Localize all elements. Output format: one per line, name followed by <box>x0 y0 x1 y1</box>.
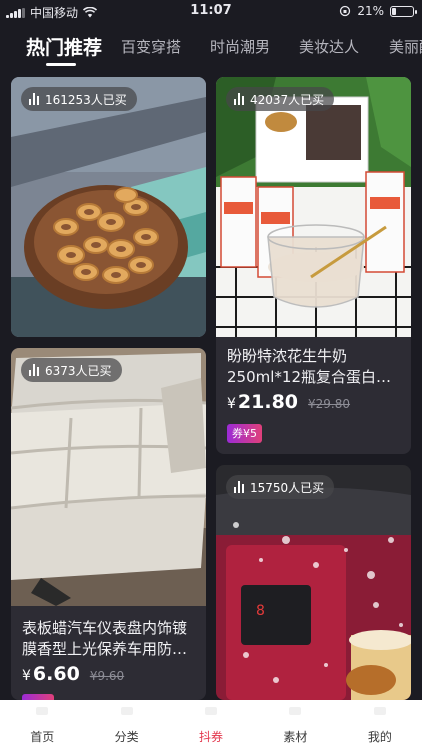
status-right: 21% <box>339 4 417 18</box>
nav-label: 首页 <box>30 730 55 744</box>
product-image-snacks <box>11 77 206 337</box>
tab-outfit[interactable]: 百变穿搭 <box>121 36 181 57</box>
buyers-badge: 6373人已买 <box>21 358 122 382</box>
buyers-badge: 15750人已买 <box>226 475 335 499</box>
current-price: ¥6.60 <box>22 663 80 685</box>
buyers-count: 15750人已买 <box>250 480 325 495</box>
orientation-lock-icon <box>340 5 351 17</box>
coupon-icon <box>205 707 218 715</box>
nav-label: 分类 <box>114 730 139 744</box>
product-card[interactable]: 8 15750人已买 <box>216 465 411 700</box>
product-card[interactable]: 161253人已买 <box>11 77 206 337</box>
category-icon <box>120 707 133 715</box>
original-price: ¥29.80 <box>308 397 351 411</box>
material-icon <box>289 707 302 715</box>
tab-men[interactable]: 时尚潮男 <box>210 36 270 57</box>
tab-hot[interactable]: 热门推荐 <box>26 33 102 60</box>
buyers-count: 42037人已买 <box>250 92 325 107</box>
tab-beauty[interactable]: 美妆达人 <box>299 36 359 57</box>
product-card[interactable]: 42037人已买 盼盼特浓花生牛奶250ml*12瓶复合蛋白饮… ¥21.80 … <box>216 77 411 454</box>
coupon-badge[interactable]: 券¥5 <box>227 424 262 443</box>
buyers-count: 6373人已买 <box>45 363 112 378</box>
original-price: ¥9.60 <box>89 669 125 683</box>
battery-label: 21% <box>357 4 384 18</box>
bottom-nav: 首页 分类 抖券 素材 我的 <box>0 700 422 750</box>
nav-material[interactable]: 素材 <box>253 700 337 750</box>
current-price: ¥21.80 <box>227 391 298 413</box>
battery-fill <box>392 7 396 15</box>
buyers-badge: 161253人已买 <box>21 87 137 111</box>
nav-home[interactable]: 首页 <box>0 700 84 750</box>
status-bar: 中国移动 11:07 21% <box>0 0 422 22</box>
product-image-peanut-milk <box>216 77 411 337</box>
nav-coupon[interactable]: 抖券 <box>169 700 253 750</box>
nav-category[interactable]: 分类 <box>84 700 168 750</box>
product-title: 表板蜡汽车仪表盘内饰镀膜香型上光保养车用防尘护… <box>22 619 188 658</box>
product-image-car-seat <box>11 348 206 606</box>
nav-profile[interactable]: 我的 <box>338 700 422 750</box>
currency-symbol: ¥ <box>22 668 31 684</box>
battery-icon <box>390 5 417 17</box>
sales-chart-icon <box>29 93 39 105</box>
price-row: ¥21.80 ¥29.80 <box>227 391 350 413</box>
product-image-pressure-cooker: 8 <box>216 465 411 700</box>
nav-label: 抖券 <box>199 730 224 744</box>
buyers-badge: 42037人已买 <box>226 87 335 111</box>
currency-symbol: ¥ <box>227 396 236 412</box>
tab-pretty[interactable]: 美丽酷 <box>389 36 422 57</box>
price-value: 21.80 <box>237 391 299 413</box>
profile-icon <box>373 707 386 715</box>
svg-text:8: 8 <box>256 603 265 619</box>
price-row: ¥6.60 ¥9.60 <box>22 663 124 685</box>
price-value: 6.60 <box>32 663 80 685</box>
sales-chart-icon <box>29 364 39 376</box>
buyers-count: 161253人已买 <box>45 92 127 107</box>
active-tab-indicator <box>46 63 76 66</box>
category-tabs: 热门推荐 百变穿搭 时尚潮男 美妆达人 美丽酷 <box>0 30 422 66</box>
nav-label: 素材 <box>283 730 308 744</box>
home-icon <box>36 707 49 715</box>
product-card[interactable]: 6373人已买 表板蜡汽车仪表盘内饰镀膜香型上光保养车用防尘护… ¥6.60 ¥… <box>11 348 206 700</box>
sales-chart-icon <box>234 93 244 105</box>
sales-chart-icon <box>234 481 244 493</box>
product-title: 盼盼特浓花生牛奶250ml*12瓶复合蛋白饮… <box>227 347 376 386</box>
nav-label: 我的 <box>367 730 392 744</box>
